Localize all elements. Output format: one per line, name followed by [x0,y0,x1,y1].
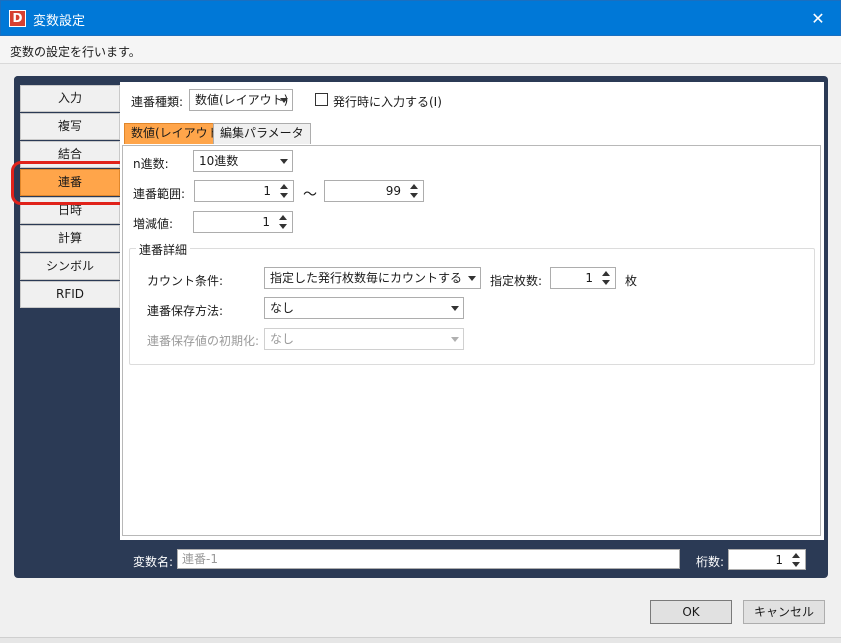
input-on-issue-label: 発行時に入力する(I) [333,95,442,109]
stepper-down-icon[interactable] [410,193,418,198]
sidebar-item-rfid[interactable]: RFID [20,281,120,308]
serial-detail-legend: 連番詳細 [136,241,191,258]
base-value: 10進数 [199,154,239,168]
stepper-up-icon[interactable] [792,553,800,558]
chevron-down-icon [451,306,459,311]
sidebar-item-input[interactable]: 入力 [20,85,120,112]
sheet-count-value: 1 [585,271,593,285]
range-from-value: 1 [263,184,271,198]
range-separator: ～ [303,187,317,203]
window-title: 変数設定 [33,14,86,29]
stepper-up-icon[interactable] [279,215,287,220]
range-to-value: 99 [385,184,401,198]
digits-value: 1 [775,553,783,567]
stepper-up-icon[interactable] [280,184,288,189]
dialog-description: 変数の設定を行います。 [0,36,841,64]
digits-label: 桁数: [696,555,725,569]
chevron-down-icon [280,98,288,103]
serial-type-select[interactable]: 数値(レイアウト) [189,89,293,111]
sheet-unit-label: 枚 [625,274,638,288]
count-condition-value: 指定した発行枚数毎にカウントする [270,271,463,285]
variable-name-input[interactable]: 連番-1 [177,549,680,569]
sidebar-item-copy[interactable]: 複写 [20,113,120,140]
serial-type-value: 数値(レイアウト) [195,93,289,107]
description-text: 変数の設定を行います。 [10,45,141,59]
reset-saved-value-label: 連番保存値の初期化: [147,334,260,348]
base-label: n進数: [133,157,169,171]
digits-stepper[interactable]: 1 [728,549,806,570]
range-from-stepper[interactable]: 1 [194,180,294,202]
sheet-count-stepper[interactable]: 1 [550,267,616,289]
sheet-count-label: 指定枚数: [490,274,543,288]
chevron-down-icon [468,276,476,281]
serial-type-label: 連番種類: [131,95,184,109]
chevron-down-icon [280,159,288,164]
reset-saved-value-select: なし [264,328,464,350]
save-method-select[interactable]: なし [264,297,464,319]
input-on-issue-checkbox[interactable] [315,93,328,106]
step-label: 増減値: [133,217,174,231]
stepper-up-icon[interactable] [410,184,418,189]
stepper-down-icon[interactable] [792,562,800,567]
variable-name-label: 変数名: [133,555,174,569]
close-icon[interactable]: ✕ [804,6,832,32]
save-method-value: なし [270,301,295,315]
step-value: 1 [262,215,270,229]
count-condition-select[interactable]: 指定した発行枚数毎にカウントする [264,267,481,289]
reset-saved-value-value: なし [270,332,295,346]
title-bar: D 変数設定 ✕ [0,0,841,36]
stepper-up-icon[interactable] [602,271,610,276]
sidebar-item-symbol[interactable]: シンボル [20,253,120,280]
range-label: 連番範囲: [133,187,186,201]
chevron-down-icon [451,337,459,342]
count-condition-label: カウント条件: [147,274,224,288]
save-method-label: 連番保存方法: [147,304,224,318]
selection-highlight [11,161,131,205]
taskbar-edge [0,637,841,643]
tab-edit-params[interactable]: 編集パラメータ [213,123,311,144]
range-to-stepper[interactable]: 99 [324,180,424,202]
stepper-down-icon[interactable] [279,224,287,229]
stepper-down-icon[interactable] [280,193,288,198]
cancel-button[interactable]: キャンセル [743,600,825,624]
step-stepper[interactable]: 1 [193,211,293,233]
ok-button[interactable]: OK [650,600,732,624]
base-select[interactable]: 10進数 [193,150,293,172]
sidebar-item-calc[interactable]: 計算 [20,225,120,252]
stepper-down-icon[interactable] [602,280,610,285]
app-logo-icon: D [9,10,26,27]
